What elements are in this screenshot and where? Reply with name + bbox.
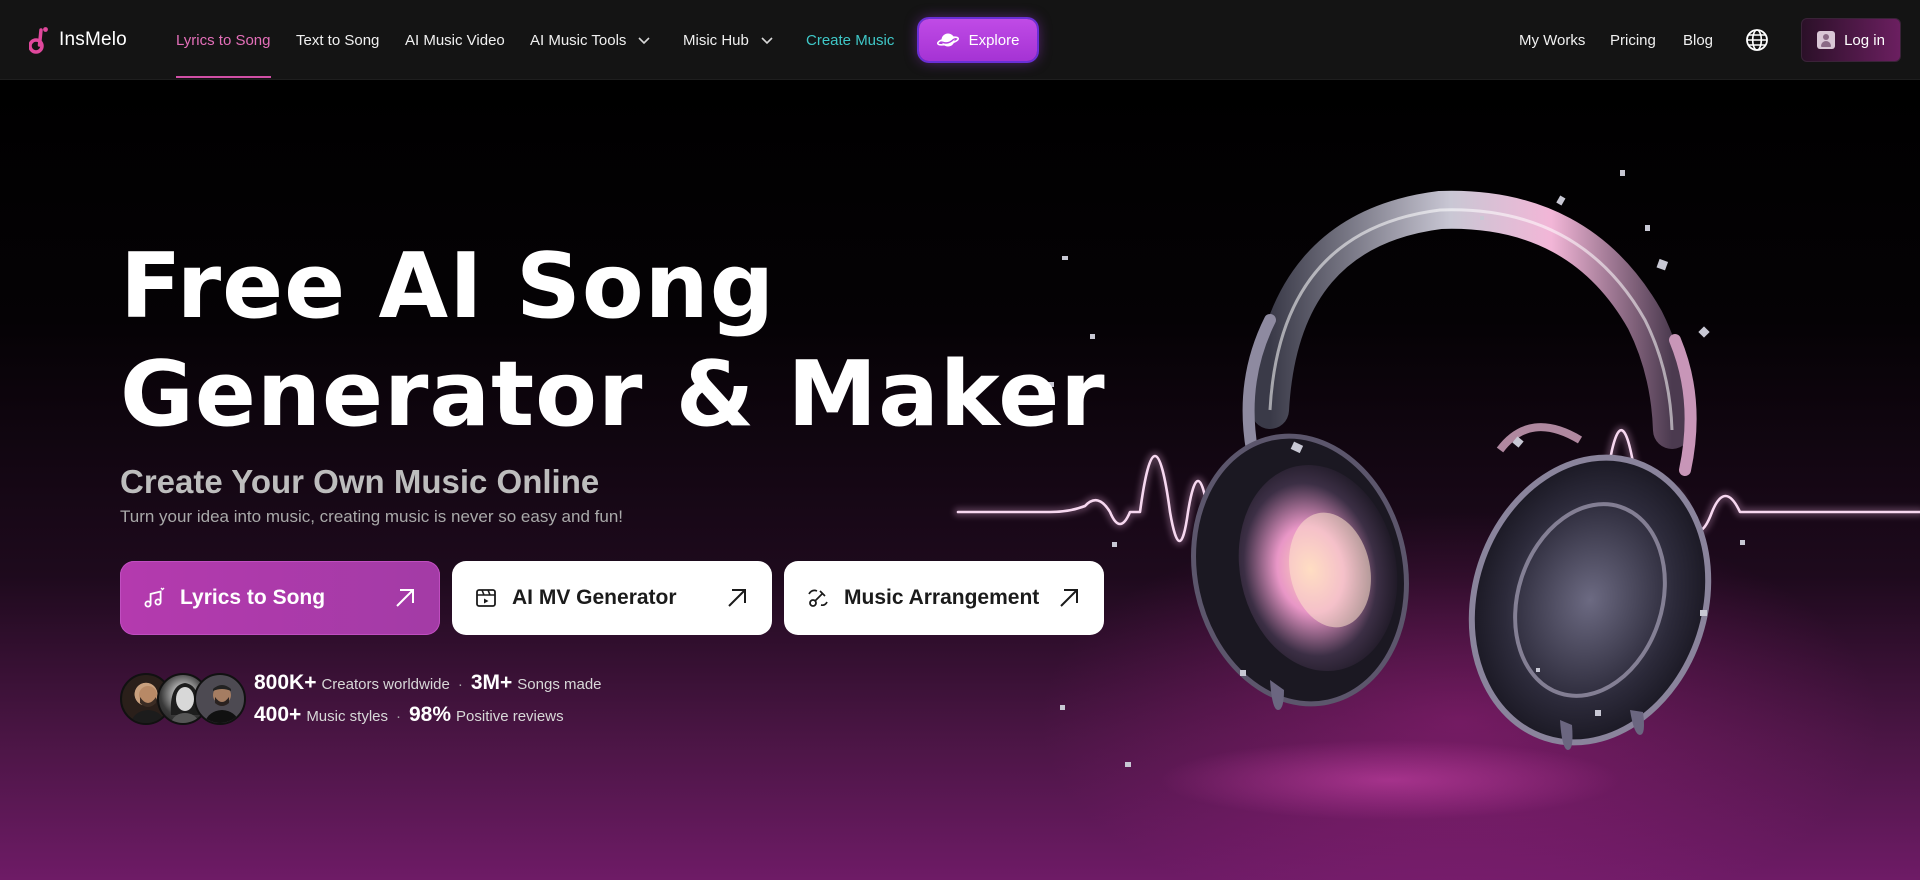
- hero-stats: 800K+ Creators worldwide · 3M+ Songs mad…: [254, 671, 602, 735]
- nav-lyrics-to-song[interactable]: Lyrics to Song: [176, 0, 271, 80]
- creator-avatars: [120, 673, 246, 725]
- separator-dot: ·: [396, 708, 401, 725]
- nav-blog[interactable]: Blog: [1683, 0, 1713, 80]
- music-arrangement-button[interactable]: Music Arrangement: [784, 561, 1104, 635]
- nav-pricing[interactable]: Pricing: [1610, 0, 1656, 80]
- chevron-down-icon: [638, 37, 651, 45]
- arrow-up-right-icon: [1060, 589, 1078, 607]
- nav-label: AI Music Tools: [530, 31, 627, 49]
- nav-label: Text to Song: [296, 31, 380, 49]
- login-label: Log in: [1844, 31, 1885, 49]
- globe-icon[interactable]: [1745, 28, 1769, 52]
- chevron-down-icon: [761, 37, 773, 45]
- cta-label: Music Arrangement: [844, 586, 1040, 609]
- nav-label: AI Music Video: [405, 31, 505, 49]
- avatar: [194, 673, 246, 725]
- explore-label: Explore: [968, 31, 1020, 49]
- nav-label: Blog: [1683, 31, 1714, 49]
- user-icon: [1817, 31, 1836, 49]
- lyrics-to-song-button[interactable]: Lyrics to Song: [120, 561, 440, 635]
- nav-create-music[interactable]: Create Music: [806, 0, 894, 80]
- separator-dot: ·: [457, 676, 463, 693]
- stats-row-1: 800K+ Creators worldwide · 3M+ Songs mad…: [254, 671, 602, 703]
- styles-label: Music styles: [306, 708, 388, 725]
- reviews-label: Positive reviews: [456, 708, 564, 725]
- nav-ai-music-video[interactable]: AI Music Video: [405, 0, 505, 80]
- top-navigation-bar: InsMelo Lyrics to Song Text to Song AI M…: [0, 0, 1920, 80]
- cta-label: AI MV Generator: [512, 586, 677, 609]
- hero-title-line-2: Generator & Maker: [120, 342, 1106, 447]
- hero-title: Free AI Song Generator & Maker: [120, 233, 1106, 449]
- login-button[interactable]: Log in: [1801, 18, 1901, 62]
- hero-description: Turn your idea into music, creating musi…: [120, 507, 623, 526]
- arrangement-icon: [808, 589, 828, 607]
- songs-label: Songs made: [517, 676, 602, 693]
- nav-label: My Works: [1519, 31, 1586, 49]
- arrow-up-right-icon: [396, 589, 414, 607]
- person-icon: [204, 685, 240, 723]
- songs-count: 3M+: [470, 671, 513, 694]
- music-logo-icon: [29, 27, 48, 54]
- nav-label: Lyrics to Song: [176, 31, 271, 49]
- stats-row-2: 400+ Music styles · 98% Positive reviews: [254, 703, 602, 735]
- nav-label: Pricing: [1610, 31, 1656, 49]
- nav-my-works[interactable]: My Works: [1519, 0, 1585, 80]
- nav-text-to-song[interactable]: Text to Song: [296, 0, 379, 80]
- planet-icon: [936, 33, 959, 47]
- styles-count: 400+: [254, 703, 302, 726]
- ai-mv-generator-button[interactable]: AI MV Generator: [452, 561, 772, 635]
- brand-logo[interactable]: InsMelo: [29, 26, 127, 54]
- explore-button[interactable]: Explore: [919, 19, 1037, 61]
- creators-label: Creators worldwide: [321, 676, 450, 693]
- nav-misic-hub[interactable]: Misic Hub: [683, 0, 775, 80]
- cta-label: Lyrics to Song: [180, 586, 326, 609]
- creators-count: 800K+: [254, 671, 317, 694]
- arrow-up-right-icon: [728, 589, 746, 607]
- nav-label: Misic Hub: [683, 31, 749, 49]
- brand-name: InsMelo: [59, 29, 127, 50]
- hero-title-line-1: Free AI Song: [120, 234, 776, 339]
- video-clip-icon: [476, 589, 496, 607]
- music-note-icon: [144, 587, 165, 608]
- reviews-percent: 98%: [409, 703, 452, 726]
- hero-subtitle: Create Your Own Music Online: [120, 463, 600, 500]
- nav-ai-music-tools[interactable]: AI Music Tools: [530, 0, 652, 80]
- nav-label: Create Music: [806, 31, 895, 49]
